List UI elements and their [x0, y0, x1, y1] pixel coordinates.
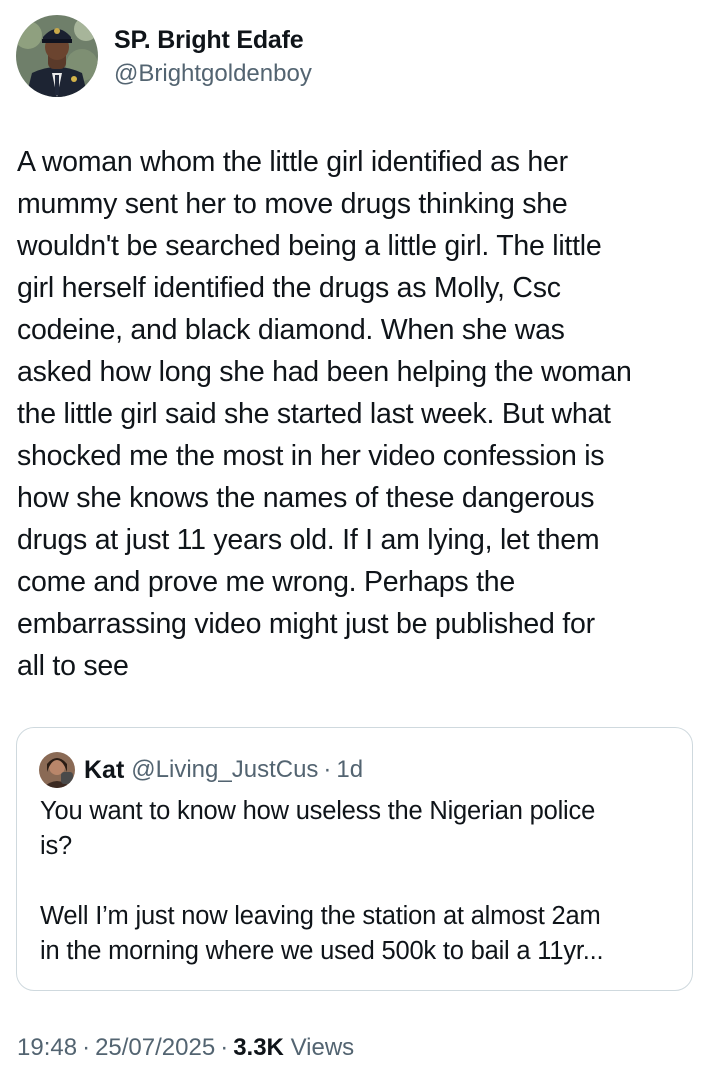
tweet-text-line: come and prove me wrong. Perhaps the	[17, 566, 515, 598]
author-display-name[interactable]: SP. Bright Edafe	[114, 25, 312, 55]
police-officer-avatar-icon	[16, 15, 98, 97]
quoted-tweet-header: Kat @Living_JustCus · 1d	[39, 752, 363, 788]
author-info: SP. Bright Edafe @Brightgoldenboy	[114, 25, 312, 89]
author-handle[interactable]: @Brightgoldenboy	[114, 59, 312, 89]
quoted-text-line: You want to know how useless the Nigeria…	[40, 797, 596, 825]
tweet-header: SP. Bright Edafe @Brightgoldenboy	[16, 15, 312, 97]
quoted-text-line: Well I’m just now leaving the station at…	[40, 902, 601, 930]
quoted-author-name[interactable]: Kat	[84, 756, 124, 785]
tweet-text-line: shocked me the most in her video confess…	[17, 440, 605, 472]
tweet-text-line: codeine, and black diamond. When she was	[17, 314, 565, 346]
quoted-text-line: is?	[40, 832, 72, 860]
tweet-text-line: drugs at just 11 years old. If I am lyin…	[17, 524, 600, 556]
quoted-tweet-time[interactable]: 1d	[336, 756, 363, 784]
quoted-author-avatar	[39, 752, 75, 788]
views-count[interactable]: 3.3K	[233, 1034, 284, 1061]
tweet-text-line: girl herself identified the drugs as Mol…	[17, 272, 561, 304]
tweet-text-line: mummy sent her to move drugs thinking sh…	[17, 188, 568, 220]
author-avatar[interactable]	[16, 15, 98, 97]
tweet-text-line: all to see	[17, 650, 129, 682]
separator-dot: ·	[220, 1034, 229, 1061]
tweet-text-line: A woman whom the little girl identified …	[17, 146, 568, 178]
views-label[interactable]: Views	[291, 1034, 355, 1061]
tweet-text-line: the little girl said she started last we…	[17, 398, 611, 430]
tweet-meta: 19:48 · 25/07/2025 · 3.3K Views	[17, 1034, 354, 1062]
quoted-tweet-text: You want to know how useless the Nigeria…	[40, 794, 680, 969]
tweet-text: A woman whom the little girl identified …	[17, 141, 707, 687]
tweet-text-line: how she knows the names of these dangero…	[17, 482, 595, 514]
tweet-time[interactable]: 19:48	[17, 1034, 77, 1061]
quoted-tweet-card[interactable]: Kat @Living_JustCus · 1d You want to kno…	[16, 727, 693, 991]
tweet-date[interactable]: 25/07/2025	[95, 1034, 215, 1061]
quoted-author-handle[interactable]: @Living_JustCus	[131, 756, 318, 784]
quoted-text-line: in the morning where we used 500k to bai…	[40, 937, 604, 965]
tweet-text-line: wouldn't be searched being a little girl…	[17, 230, 602, 262]
separator-dot: ·	[323, 756, 332, 783]
separator-dot: ·	[82, 1034, 91, 1061]
tweet-text-line: embarrassing video might just be publish…	[17, 608, 595, 640]
tweet-text-line: asked how long she had been helping the …	[17, 356, 632, 388]
user-avatar-icon	[39, 752, 75, 788]
